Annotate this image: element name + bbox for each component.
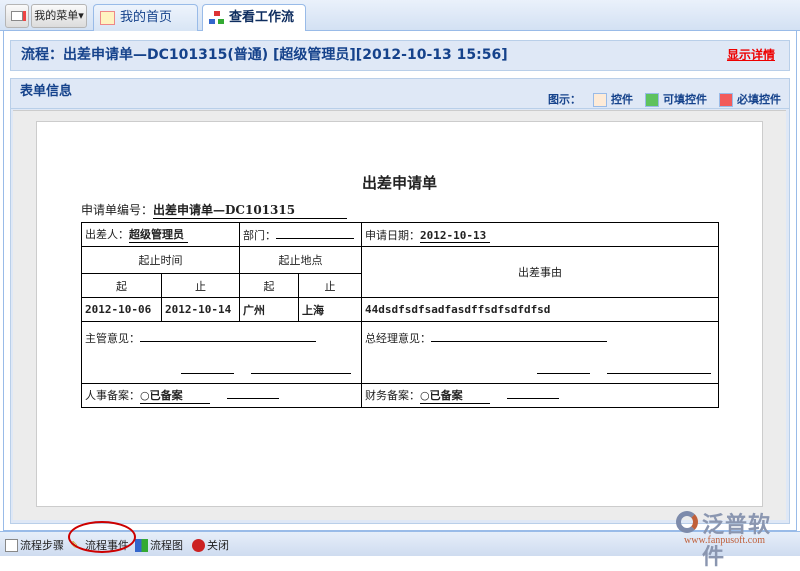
flowchart-icon <box>135 538 148 552</box>
supervisor-label: 主管意见： <box>85 332 140 345</box>
legend-swatch-required <box>719 93 733 107</box>
reason-header: 出差事由 <box>361 246 719 298</box>
show-details-link[interactable]: 显示详情 <box>727 41 775 70</box>
form-number: 申请单编号：出差申请单—DC101315 <box>81 201 348 219</box>
start-date-field[interactable]: 2012-10-06 <box>81 297 162 322</box>
tab-home[interactable]: 我的首页 <box>93 4 198 31</box>
gm-label: 总经理意见： <box>365 332 431 345</box>
fanpu-logo: 泛普软件 www.fanpusoft.com <box>672 507 792 570</box>
hr-extra-field[interactable] <box>227 389 280 399</box>
flow-steps-label: 流程步骤 <box>20 539 64 552</box>
tab-view-workflow[interactable]: 查看工作流 <box>202 4 306 32</box>
tab-view-workflow-label: 查看工作流 <box>229 10 295 25</box>
dept-field[interactable] <box>276 229 354 239</box>
end-date-field[interactable]: 2012-10-14 <box>161 297 240 322</box>
supervisor-field[interactable] <box>140 332 316 342</box>
supervisor-sign-field[interactable] <box>181 364 234 374</box>
close-icon <box>192 538 205 552</box>
dept-label: 部门： <box>243 228 276 242</box>
checklist-icon <box>5 538 18 552</box>
highlight-circle <box>68 521 136 553</box>
gm-date-field[interactable] <box>607 364 712 374</box>
logo-mark-icon <box>676 511 698 533</box>
supervisor-date-field[interactable] <box>251 364 352 374</box>
exit-button[interactable] <box>5 4 29 28</box>
from-field[interactable]: 广州 <box>239 297 299 322</box>
form-info-panel: 表单信息 图示： 控件 可填控件 必填控件 出差申请单 申请单编号：出差申请单—… <box>10 78 790 524</box>
date-label: 申请日期： <box>365 228 420 242</box>
gm-sign-field[interactable] <box>537 364 590 374</box>
finance-extra-field[interactable] <box>507 389 560 399</box>
traveler-label: 出差人： <box>85 228 129 241</box>
my-menu-button[interactable]: 我的菜单▾ <box>31 4 87 28</box>
legend-swatch-control <box>593 93 607 107</box>
flow-steps-button[interactable]: 流程步骤 <box>5 537 64 553</box>
form-viewer: 出差申请单 申请单编号：出差申请单—DC101315 出差人：超级管理员 部门：… <box>13 110 786 520</box>
home-icon <box>100 11 115 25</box>
end-time-header: 止 <box>161 273 240 298</box>
flow-chart-label: 流程图 <box>150 539 183 552</box>
flow-title: 流程：出差申请单—DC101315(普通) [超级管理员][2012-10-13… <box>21 47 508 63</box>
flow-chart-button[interactable]: 流程图 <box>135 537 183 553</box>
finance-label: 财务备案： <box>365 389 420 402</box>
close-label: 关闭 <box>207 539 229 552</box>
form-number-label: 申请单编号： <box>81 203 154 217</box>
form-title: 出差申请单 <box>361 174 437 192</box>
close-button[interactable]: 关闭 <box>192 537 229 553</box>
form-info-header: 表单信息 图示： 控件 可填控件 必填控件 <box>11 79 789 109</box>
exit-icon <box>11 11 23 21</box>
my-menu-label: 我的菜单 <box>34 9 79 22</box>
hr-record-radio[interactable]: ○已备案 <box>140 387 210 404</box>
hr-label: 人事备案： <box>85 389 140 402</box>
to-field[interactable]: 上海 <box>298 297 362 322</box>
tab-home-label: 我的首页 <box>120 10 173 25</box>
start-place-header: 起 <box>239 273 299 298</box>
time-range-header: 起止时间 <box>81 246 240 274</box>
workflow-icon <box>209 11 224 25</box>
place-range-header: 起止地点 <box>239 246 362 274</box>
reason-field[interactable]: 44dsdfsdfsadfasdffsdfsdfdfsd <box>361 297 719 322</box>
date-field[interactable]: 2012-10-13 <box>420 229 491 243</box>
form-info-title: 表单信息 <box>20 84 73 99</box>
top-tab-bar: 我的菜单▾ 我的首页 查看工作流 <box>0 0 800 32</box>
finance-record-radio[interactable]: ○已备案 <box>420 387 490 404</box>
legend-swatch-fillable <box>645 93 659 107</box>
form-number-value: 出差申请单—DC101315 <box>153 201 348 219</box>
start-time-header: 起 <box>81 273 162 298</box>
gm-field[interactable] <box>431 332 607 342</box>
form-table: 出差人：超级管理员 部门： 申请日期：2012-10-13 起止时间 起止地点 出差… <box>81 222 719 408</box>
form-paper: 出差申请单 申请单编号：出差申请单—DC101315 出差人：超级管理员 部门：… <box>36 121 763 507</box>
flow-header: 流程：出差申请单—DC101315(普通) [超级管理员][2012-10-13… <box>10 40 790 71</box>
traveler-field[interactable]: 超级管理员 <box>129 226 188 243</box>
logo-url: www.fanpusoft.com <box>684 535 766 546</box>
end-place-header: 止 <box>298 273 362 298</box>
